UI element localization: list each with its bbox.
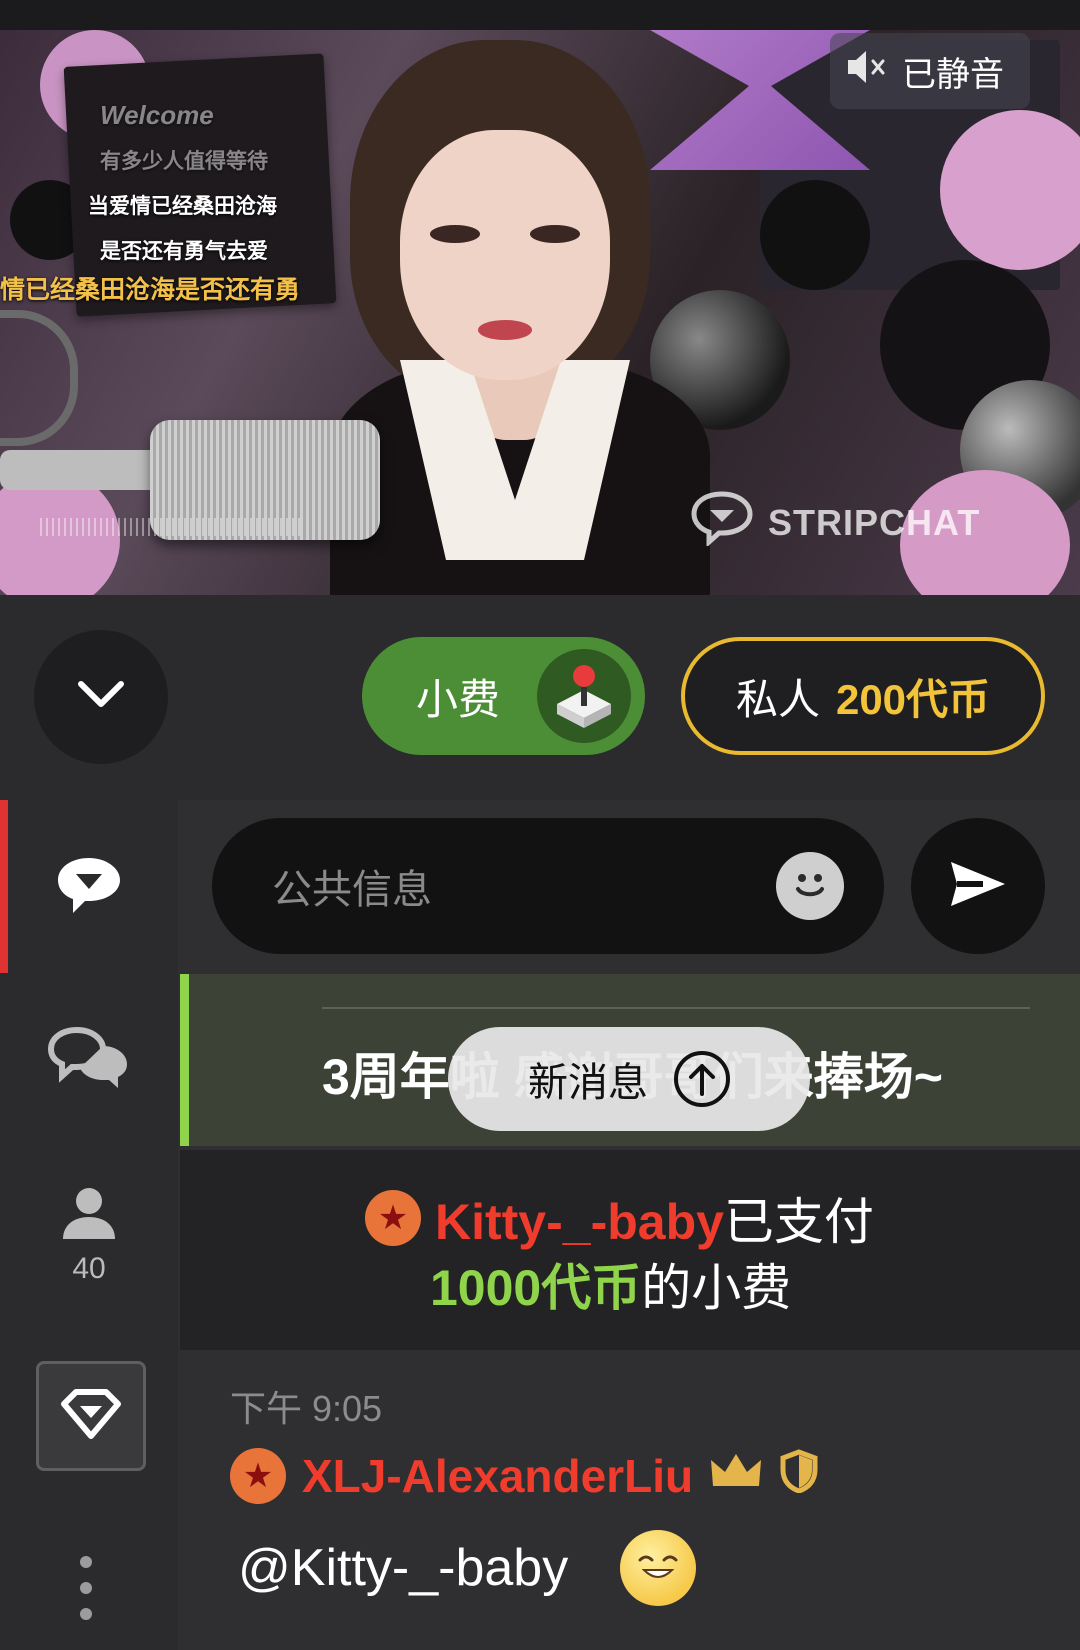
shield-icon — [779, 1448, 819, 1504]
arrow-up-circle-icon — [674, 1051, 730, 1107]
private-price: 200代币 — [835, 675, 991, 723]
chevron-down-icon — [75, 678, 127, 717]
sidebar-item-diamond[interactable] — [36, 1361, 146, 1471]
tip-button[interactable]: 小费 — [362, 637, 645, 755]
tip-notification-line2: 1000代币的小费 — [430, 1248, 791, 1320]
private-chats-icon — [47, 1026, 131, 1095]
speaker-muted-icon — [844, 47, 888, 96]
mic-arm — [0, 450, 170, 490]
video-top-strip — [0, 0, 1080, 30]
message-author-row: ★ XLJ-AlexanderLiu — [230, 1448, 819, 1504]
emoji-button[interactable] — [776, 852, 844, 920]
user-icon — [60, 1185, 118, 1246]
stripchat-logo-icon — [690, 490, 754, 555]
video-player[interactable]: Welcome 有多少人值得等待 当爱情已经桑田沧海 是否还有勇气去爱 情已经桑… — [0, 0, 1080, 595]
tip-paid-text: 已支付 — [723, 1194, 874, 1250]
message-author[interactable]: XLJ-AlexanderLiu — [302, 1449, 693, 1503]
new-messages-button[interactable]: 新消息 — [448, 1027, 810, 1131]
more-options-icon[interactable] — [80, 1556, 96, 1620]
crown-icon — [709, 1449, 763, 1503]
balloon-decor — [760, 180, 870, 290]
watermark-text: STRIPCHAT — [768, 501, 981, 543]
star-badge-icon: ★ — [365, 1190, 421, 1246]
star-badge-icon: ★ — [230, 1448, 286, 1504]
poster-line: 当爱情已经桑田沧海 — [88, 195, 277, 218]
sidebar-item-users[interactable]: 40 — [0, 1180, 178, 1290]
tip-button-label: 小费 — [416, 675, 501, 723]
message-body: @Kitty-_-baby — [238, 1530, 697, 1606]
smiley-icon — [786, 860, 834, 913]
tipper-username[interactable]: Kitty-_-baby — [435, 1194, 724, 1250]
joystick-icon — [537, 649, 631, 743]
message-timestamp: 下午 9:05 — [230, 1388, 383, 1429]
message-text: @Kitty-_-baby — [238, 1539, 569, 1597]
sidebar-item-public-chat[interactable] — [0, 838, 178, 938]
mic-shock-mount — [0, 310, 78, 446]
private-show-button[interactable]: 私人 200代币 — [681, 637, 1045, 755]
poster-title: Welcome — [100, 100, 214, 130]
tip-amount: 1000代币 — [430, 1260, 642, 1316]
viewer-count: 40 — [72, 1251, 106, 1285]
new-messages-label: 新消息 — [528, 1061, 648, 1105]
announcement-divider — [322, 1007, 1030, 1009]
send-button[interactable] — [911, 818, 1045, 954]
collapse-button[interactable] — [34, 630, 168, 764]
announcement-accent — [180, 974, 189, 1146]
poster-line: 有多少人值得等待 — [100, 150, 268, 173]
tip-notification-line1: ★ Kitty-_-baby已支付 — [365, 1182, 874, 1254]
streamer-face — [400, 130, 610, 380]
input-placeholder: 公共信息 — [272, 868, 432, 912]
muted-toggle[interactable]: 已静音 — [830, 33, 1030, 109]
muted-label: 已静音 — [902, 55, 1004, 94]
public-chat-icon — [54, 854, 124, 923]
send-arrow-icon — [947, 858, 1009, 915]
audio-waveform — [40, 518, 300, 536]
tip-suffix: 的小费 — [641, 1260, 792, 1316]
diamond-icon — [60, 1388, 122, 1445]
poster-line: 是否还有勇气去爱 — [100, 240, 268, 263]
private-label: 私人 — [735, 675, 820, 723]
stripchat-watermark: STRIPCHAT — [690, 490, 980, 555]
lyric-subtitle: 情已经桑田沧海是否还有勇 — [0, 276, 301, 304]
sidebar-item-private-chats[interactable] — [0, 1010, 178, 1110]
grin-emoji-icon — [620, 1530, 697, 1606]
